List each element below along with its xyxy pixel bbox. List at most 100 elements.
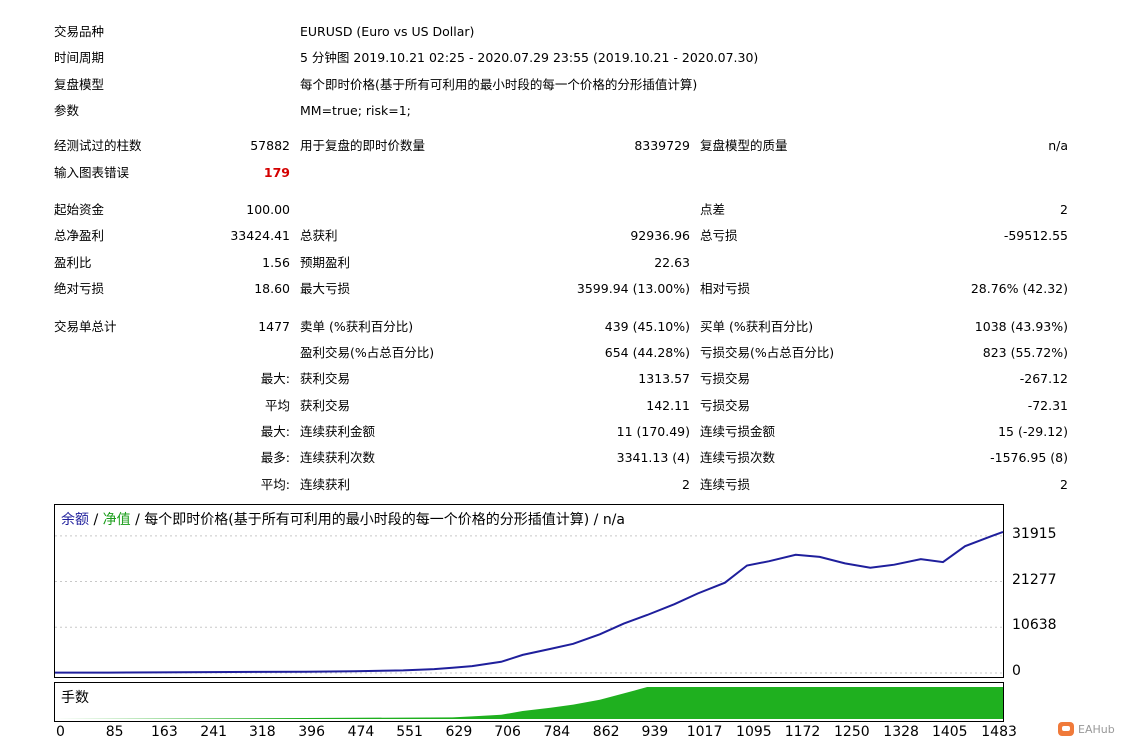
profit-factor-label: 盈利比 <box>54 255 92 270</box>
average2-label: 平均: <box>260 477 290 492</box>
x-tick-label: 1405 <box>931 724 968 740</box>
balance-chart-svg <box>55 531 1003 674</box>
short-trades-label: 卖单 (%获利百分比) <box>300 319 414 334</box>
largest-profit-value: 1313.57 <box>638 371 690 386</box>
model-label: 复盘模型 <box>54 77 105 92</box>
total-trades-label: 交易单总计 <box>54 319 117 334</box>
x-axis: 0 85 163 241 318 396 474 551 629 706 784 862 939 1017… <box>54 724 1017 744</box>
equity-legend: 净值 <box>102 512 131 528</box>
y-tick-label: 31915 <box>1012 525 1057 542</box>
long-trades-label: 买单 (%获利百分比) <box>700 319 814 334</box>
x-tick-label: 474 <box>347 724 375 740</box>
watermark-text: EAHub <box>1078 722 1115 736</box>
x-tick-label: 1095 <box>736 724 772 740</box>
legend-separator: / <box>130 512 145 528</box>
x-tick-label: 1328 <box>883 724 919 740</box>
max-drawdown-label: 最大亏损 <box>300 281 351 296</box>
short-trades-value: 439 (45.10%) <box>604 319 690 334</box>
lots-area <box>55 687 1003 719</box>
params-value: MM=true; risk=1; <box>300 103 411 118</box>
max-drawdown-value: 3599.94 (13.00%) <box>576 281 690 296</box>
rel-drawdown-value: 28.76% (42.32) <box>970 281 1068 296</box>
gross-profit-label: 总获利 <box>300 228 338 243</box>
abs-drawdown-value: 18.60 <box>254 281 290 296</box>
errors-label: 输入图表错误 <box>54 165 130 180</box>
long-trades-value: 1038 (43.93%) <box>974 319 1068 334</box>
x-tick-label: 1250 <box>834 724 870 740</box>
deposit-value: 100.00 <box>246 202 290 217</box>
spread-label: 点差 <box>700 202 726 217</box>
x-tick-label: 318 <box>248 724 276 740</box>
period-value: 5 分钟图 2019.10.21 02:25 - 2020.07.29 23:5… <box>300 50 759 65</box>
x-tick-label: 163 <box>151 724 178 740</box>
ticks-value: 8339729 <box>634 138 690 153</box>
loss-trades-value: 823 (55.72%) <box>982 345 1068 360</box>
avg-loss-label: 亏损交易 <box>700 398 751 413</box>
deposit-label: 起始资金 <box>54 202 105 217</box>
largest-profit-label: 获利交易 <box>300 371 351 386</box>
consec-loss-amt-label: 连续亏损金额 <box>700 424 776 439</box>
loss-trades-label: 亏损交易(%占总百分比) <box>700 345 835 360</box>
gross-loss-label: 总亏损 <box>700 228 738 243</box>
largest-loss-value: -267.12 <box>1019 371 1068 386</box>
symbol-label: 交易品种 <box>54 24 105 39</box>
consec-loss-value: -1576.95 (8) <box>990 450 1068 465</box>
total-trades-value: 1477 <box>258 319 290 334</box>
most-label: 最多: <box>260 450 290 465</box>
y-tick-label: 10638 <box>1012 617 1057 634</box>
x-tick-label: 629 <box>445 724 473 740</box>
profit-trades-value: 654 (44.28%) <box>604 345 690 360</box>
lots-chart-svg <box>55 687 1003 719</box>
bars-tested-label: 经测试过的柱数 <box>54 138 142 153</box>
lots-label: 手数 <box>61 690 89 706</box>
legend-separator: / <box>589 512 603 528</box>
avg-profit-value: 142.11 <box>646 398 690 413</box>
consec-profit-label: 连续获利次数 <box>300 450 376 465</box>
gross-profit-value: 92936.96 <box>630 228 690 243</box>
symbol-value: EURUSD (Euro vs US Dollar) <box>300 24 475 39</box>
x-tick-label: 784 <box>543 724 571 740</box>
eahub-logo-icon <box>1058 722 1074 736</box>
ticks-label: 用于复盘的即时价数量 <box>300 138 426 153</box>
y-tick-label: 21277 <box>1012 571 1057 588</box>
balance-legend: 余额 <box>61 512 89 528</box>
x-tick-label: 939 <box>641 724 669 740</box>
legend-separator: / <box>89 512 103 528</box>
gross-loss-value: -59512.55 <box>1003 228 1068 243</box>
largest-label: 最大: <box>260 371 290 386</box>
profit-factor-value: 1.56 <box>262 255 290 270</box>
avg-consec-wins-label: 连续获利 <box>300 477 351 492</box>
average-label: 平均 <box>264 398 290 413</box>
avg-consec-losses-label: 连续亏损 <box>700 477 751 492</box>
y-tick-label: 0 <box>1012 663 1021 679</box>
quality-label: 复盘模型的质量 <box>700 138 788 153</box>
quality-legend: n/a <box>602 512 625 528</box>
params-label: 参数 <box>54 103 80 118</box>
expected-payoff-label: 预期盈利 <box>300 255 351 270</box>
net-profit-label: 总净盈利 <box>54 228 105 243</box>
chart-header: 余额 / 净值 / 每个即时价格(基于所有可利用的最小时段的每一个价格的分形插值… <box>61 509 625 529</box>
x-tick-label: 0 <box>56 724 65 740</box>
lots-chart: 手数 <box>54 682 1004 722</box>
x-tick-label: 1483 <box>981 724 1017 740</box>
avg-consec-losses-value: 2 <box>1060 477 1068 492</box>
balance-chart: 余额 / 净值 / 每个即时价格(基于所有可利用的最小时段的每一个价格的分形插值… <box>54 504 1004 678</box>
x-tick-label: 862 <box>592 724 620 740</box>
period-label: 时间周期 <box>54 50 105 65</box>
consec-loss-label: 连续亏损次数 <box>700 450 776 465</box>
consec-profit-value: 3341.13 (4) <box>616 450 690 465</box>
largest-loss-label: 亏损交易 <box>700 371 751 386</box>
consec-wins-amt-label: 连续获利金额 <box>300 424 376 439</box>
expected-payoff-value: 22.63 <box>654 255 690 270</box>
maximum-label: 最大: <box>260 424 290 439</box>
avg-loss-value: -72.31 <box>1027 398 1068 413</box>
avg-consec-wins-value: 2 <box>682 477 690 492</box>
spread-value: 2 <box>1060 202 1068 217</box>
balance-line <box>55 531 1003 674</box>
model-value: 每个即时价格(基于所有可利用的最小时段的每一个价格的分形插值计算) <box>300 77 698 92</box>
x-tick-label: 1172 <box>784 724 821 740</box>
x-tick-label: 706 <box>494 724 521 740</box>
rel-drawdown-label: 相对亏损 <box>700 281 751 296</box>
consec-wins-amt-value: 11 (170.49) <box>616 424 690 439</box>
x-tick-label: 241 <box>200 724 228 740</box>
